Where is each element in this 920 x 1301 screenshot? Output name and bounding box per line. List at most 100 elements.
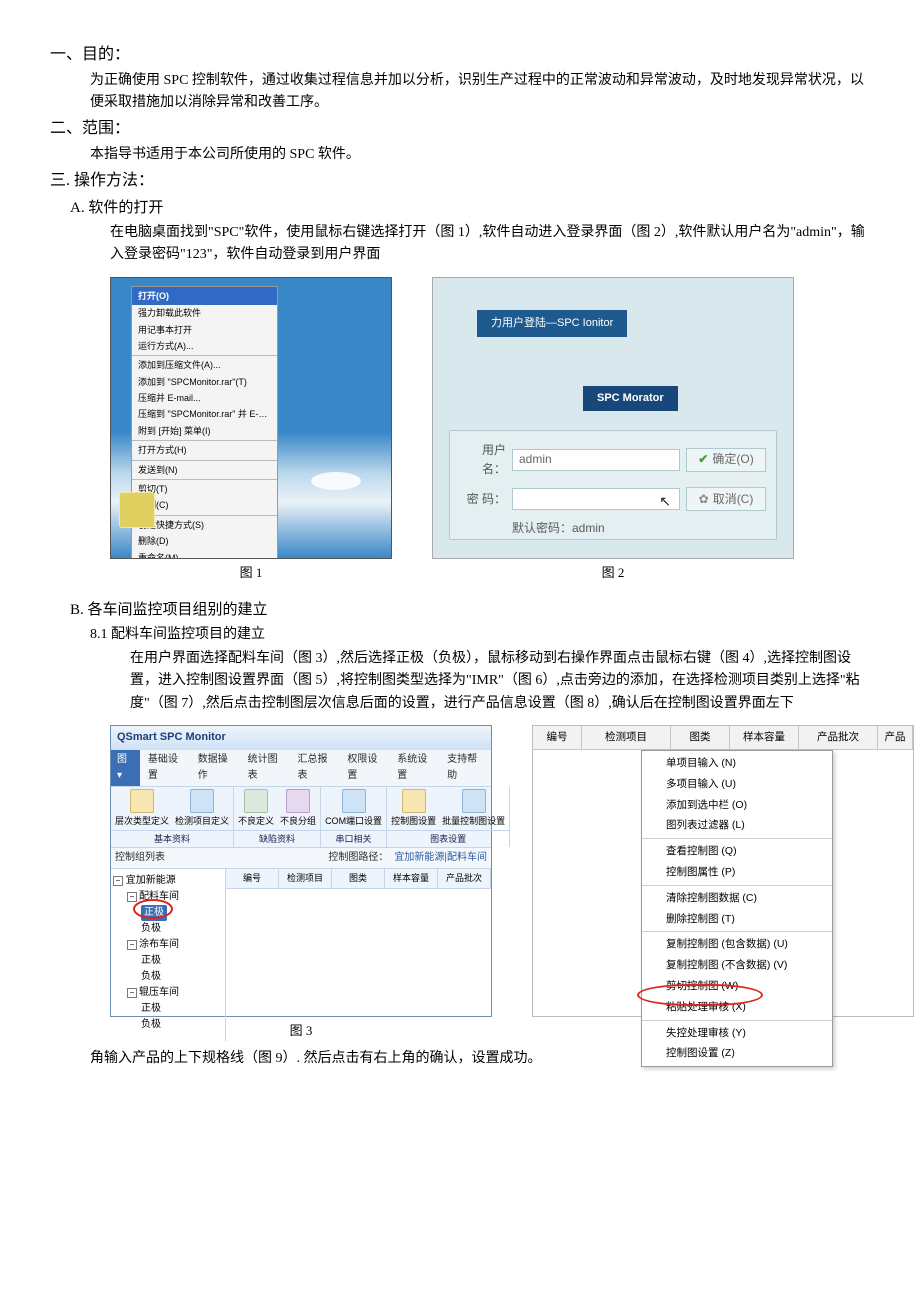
ctx-item[interactable]: 发送到(N) <box>132 462 277 478</box>
grid-col[interactable]: 检测项目 <box>279 869 332 887</box>
ctx-item[interactable]: 查看控制图 (Q) <box>642 841 832 862</box>
figure-2: 力用户登陆—SPC Ionitor SPC Morator 用户名： admin… <box>432 277 794 559</box>
ctx-item[interactable]: 重命名(M) <box>132 550 277 559</box>
ctx-item[interactable]: 打开方式(H) <box>132 442 277 458</box>
grid-col[interactable]: 样本容量 <box>730 726 799 749</box>
ribbon-icon[interactable] <box>402 789 426 813</box>
menubar-item[interactable]: 权限设置 <box>341 750 391 786</box>
ribbon-icon[interactable] <box>244 789 268 813</box>
ctx-item[interactable]: 用记事本打开 <box>132 322 277 338</box>
menubar-item[interactable]: 系统设置 <box>391 750 441 786</box>
grid-col[interactable]: 编号 <box>226 869 279 887</box>
tree-leaf[interactable]: 正极 <box>141 1001 161 1017</box>
grid-col[interactable]: 检测项目 <box>582 726 671 749</box>
menubar-item[interactable]: 基础设置 <box>142 750 192 786</box>
window-title: QSmart SPC Monitor <box>111 726 491 750</box>
ctx-item[interactable]: 清除控制图数据 (C) <box>642 888 832 909</box>
ctx-item[interactable]: 添加到压缩文件(A)... <box>132 357 277 373</box>
tree-toggle-icon[interactable]: − <box>127 940 137 950</box>
ctx-item[interactable]: 控制图属性 (P) <box>642 862 832 883</box>
grid-col[interactable]: 产品 <box>878 726 913 749</box>
chart-path-value: 宜加新能源|配料车间 <box>394 850 487 866</box>
file-button[interactable]: 图 ▾ <box>111 750 140 786</box>
ctx-item[interactable]: 复制控制图 (包含数据) (U) <box>642 934 832 955</box>
username-label: 用户名： <box>460 441 506 479</box>
tree-node[interactable]: 涂布车间 <box>139 937 179 953</box>
grid-col[interactable]: 编号 <box>533 726 582 749</box>
heading-A: A. 软件的打开 <box>70 196 870 220</box>
grid-header-row: 编号 检测项目 图类 样本容量 产品批次 <box>226 869 491 888</box>
tree-leaf[interactable]: 负极 <box>141 1017 161 1033</box>
ctx-item[interactable]: 强力卸载此软件 <box>132 305 277 321</box>
figure-3-window: QSmart SPC Monitor 图 ▾ 基础设置 数据操作 统计图表 汇总… <box>110 725 492 1017</box>
menubar-item[interactable]: 汇总报表 <box>291 750 341 786</box>
ribbon-icon[interactable] <box>130 789 154 813</box>
figure-1-caption: 图 1 <box>240 563 263 584</box>
ribbon-label: 控制图设置 <box>391 814 436 828</box>
grid-col[interactable]: 图类 <box>332 869 385 887</box>
ctx-item[interactable]: 压缩并 E-mail... <box>132 390 277 406</box>
grid-col[interactable]: 样本容量 <box>385 869 438 887</box>
check-icon: ✔ <box>698 450 708 469</box>
ribbon-label: 不良定义 <box>238 814 274 828</box>
grid-col[interactable]: 产品批次 <box>438 869 491 887</box>
ctx-item[interactable]: 附到 [开始] 菜单(I) <box>132 423 277 439</box>
ribbon-label: 批量控制图设置 <box>442 814 505 828</box>
menubar-item[interactable]: 统计图表 <box>242 750 292 786</box>
heading-method: 三. 操作方法： <box>50 168 870 194</box>
ctx-item[interactable]: 删除(D) <box>132 533 277 549</box>
figure-1: 打开(O) 强力卸载此软件 用记事本打开 运行方式(A)... 添加到压缩文件(… <box>110 277 392 559</box>
ribbon-icon[interactable] <box>462 789 486 813</box>
nav-tree[interactable]: − 宜加新能源 − 配料车间 正极 负极 − 涂布车间 正极 负极 − 辊压车间… <box>111 869 226 1041</box>
path-row: 控制组列表 控制图路径： 宜加新能源|配料车间 <box>111 848 491 869</box>
ctx-item[interactable]: 失控处理审核 (Y) <box>642 1023 832 1044</box>
ribbon-label: 不良分组 <box>280 814 316 828</box>
ctx-item[interactable]: 添加到 "SPCMonitor.rar"(T) <box>132 374 277 390</box>
ribbon-group-label: 图表设置 <box>387 830 509 847</box>
heading-scope: 二、范围： <box>50 116 870 142</box>
highlight-oval <box>637 984 763 1006</box>
figure-3-caption: 图 3 <box>290 1021 313 1042</box>
ribbon-icon[interactable] <box>342 789 366 813</box>
menubar-item[interactable]: 数据操作 <box>192 750 242 786</box>
password-label: 密 码： <box>460 490 506 509</box>
username-input[interactable]: admin <box>512 449 680 471</box>
tree-leaf[interactable]: 正极 <box>141 953 161 969</box>
body-scope: 本指导书适用于本公司所使用的 SPC 软件。 <box>90 144 870 166</box>
ctx-item[interactable]: 添加到选中栏 (O) <box>642 795 832 816</box>
data-grid[interactable]: 编号 检测项目 图类 样本容量 产品批次 <box>226 869 491 1041</box>
grid-col[interactable]: 图类 <box>671 726 730 749</box>
cursor-icon: ↖ <box>659 490 671 512</box>
ctx-item[interactable]: 图列表过滤器 (L) <box>642 815 832 836</box>
tree-leaf[interactable]: 负极 <box>141 921 161 937</box>
tree-leaf[interactable]: 负极 <box>141 969 161 985</box>
ctx-item[interactable]: 运行方式(A)... <box>132 338 277 354</box>
desktop-icon[interactable] <box>119 492 155 528</box>
tree-toggle-icon[interactable]: − <box>127 892 137 902</box>
ribbon-icon[interactable] <box>190 789 214 813</box>
tree-toggle-icon[interactable]: − <box>127 988 137 998</box>
context-menu[interactable]: 单项目输入 (N) 多项目输入 (U) 添加到选中栏 (O) 图列表过滤器 (L… <box>641 750 833 1067</box>
tree-toggle-icon[interactable]: − <box>113 876 123 886</box>
ctx-item[interactable]: 删除控制图 (T) <box>642 909 832 930</box>
ribbon-icon[interactable] <box>286 789 310 813</box>
gear-icon: ✿ <box>699 490 709 509</box>
ctx-item[interactable]: 多项目输入 (U) <box>642 774 832 795</box>
ctx-open[interactable]: 打开(O) <box>132 287 277 305</box>
ctx-item[interactable]: 复制控制图 (不含数据) (V) <box>642 955 832 976</box>
grid-col[interactable]: 产品批次 <box>799 726 878 749</box>
ctx-item[interactable]: 压缩到 "SPCMonitor.rar" 并 E-mail <box>132 406 277 422</box>
ctx-item[interactable]: 单项目输入 (N) <box>642 753 832 774</box>
menubar-item[interactable]: 支持帮助 <box>441 750 491 786</box>
ok-button[interactable]: ✔确定(O) <box>686 448 766 472</box>
cancel-button[interactable]: ✿取消(C) <box>686 487 766 511</box>
ribbon-label: COM端口设置 <box>325 814 382 828</box>
ctx-item-chart-settings[interactable]: 控制图设置 (Z) <box>642 1043 832 1064</box>
chart-path-label: 控制图路径： <box>328 850 388 866</box>
ribbon-label: 检测项目定义 <box>175 814 229 828</box>
tree-root[interactable]: 宜加新能源 <box>126 875 176 886</box>
ok-button-label: 确定(O) <box>712 450 753 469</box>
tree-node[interactable]: 辊压车间 <box>139 985 179 1001</box>
password-input[interactable]: ↖ <box>512 488 680 510</box>
heading-purpose: 一、目的： <box>50 42 870 68</box>
